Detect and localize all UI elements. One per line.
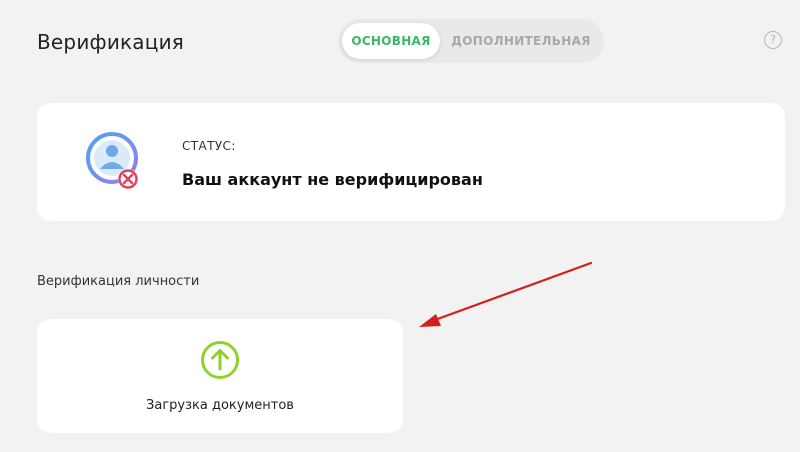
status-value: Ваш аккаунт не верифицирован (182, 170, 483, 189)
arrow-up-circle-icon (201, 341, 239, 379)
upload-documents-button[interactable]: Загрузка документов (37, 319, 403, 433)
status-card: СТАТУС: Ваш аккаунт не верифицирован (37, 103, 785, 221)
user-not-verified-icon (86, 132, 138, 189)
tab-switcher: ОСНОВНАЯ ДОПОЛНИТЕЛЬНАЯ (338, 19, 604, 63)
status-label: СТАТУС: (182, 139, 236, 153)
help-icon[interactable]: ? (764, 31, 782, 49)
page-title: Верификация (37, 30, 184, 54)
tab-main[interactable]: ОСНОВНАЯ (342, 23, 440, 59)
upload-documents-label: Загрузка документов (146, 398, 294, 413)
tab-additional[interactable]: ДОПОЛНИТЕЛЬНАЯ (446, 23, 596, 59)
identity-section-title: Верификация личности (37, 274, 200, 289)
